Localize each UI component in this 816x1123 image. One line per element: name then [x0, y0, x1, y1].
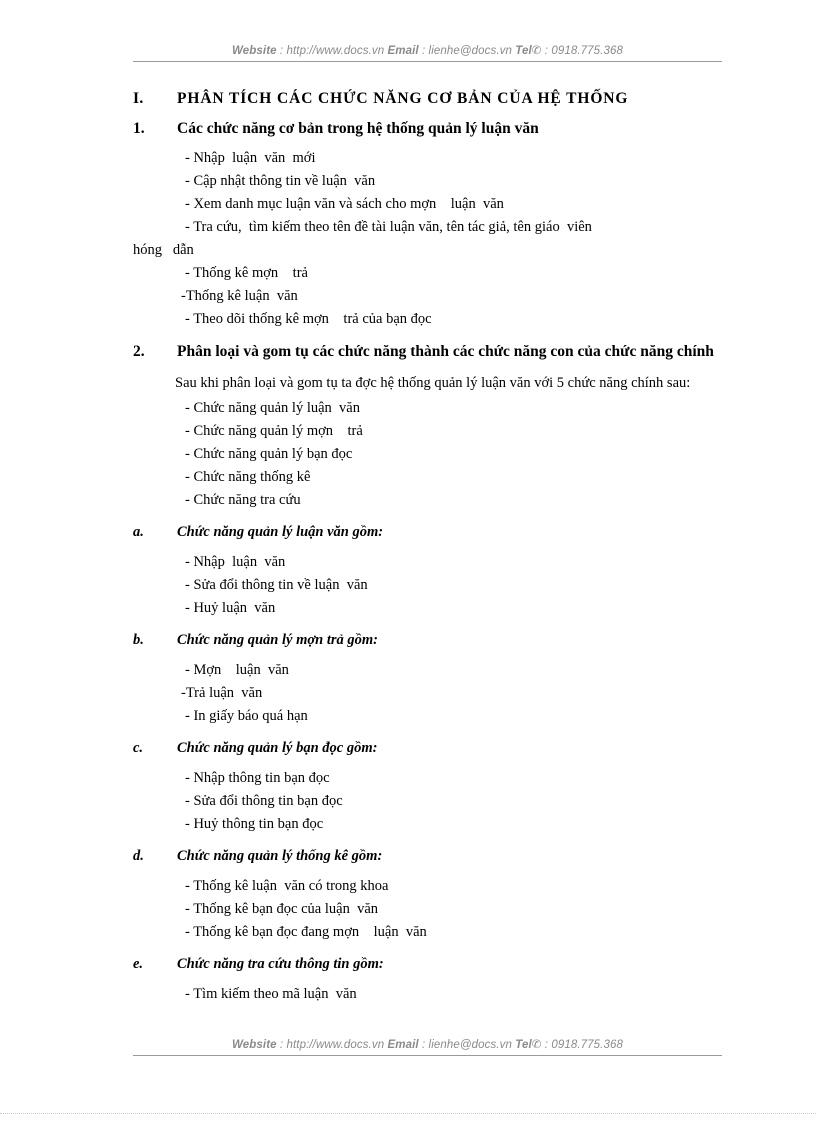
header-website-value: : http://www.docs.vn — [276, 45, 388, 57]
heading-roman-1-title: PHÂN TÍCH CÁC CHỨC NĂNG CƠ BẢN CỦA HỆ TH… — [177, 90, 629, 107]
heading-alpha-c: c. Chức năng quản lý bạn đọc gồm: — [0, 736, 816, 761]
heading-roman-1: I. PHÂN TÍCH CÁC CHỨC NĂNG CƠ BẢN CỦA HỆ… — [0, 86, 816, 112]
footer-website-label: Website — [232, 1039, 277, 1051]
footer-rule — [133, 1055, 722, 1056]
list-item: - Thống kê mợn trả — [185, 265, 308, 281]
telephone-icon: ✆ — [531, 1039, 542, 1051]
document-page: Website : http://www.docs.vn Email : lie… — [0, 0, 816, 1123]
list-item: - Nhập thông tin bạn đọc — [185, 770, 330, 786]
heading-alpha-e: e. Chức năng tra cứu thông tin gồm: — [0, 952, 816, 977]
heading-num-1-title: Các chức năng cơ bản trong hệ thống quản… — [177, 120, 539, 137]
list-item: - In giấy báo quá hạn — [185, 708, 308, 724]
list-item-continuation: hóng dẫn — [133, 242, 194, 258]
list-item: - Huỷ luận văn — [185, 600, 276, 616]
list-item: - Huỷ thông tin bạn đọc — [185, 816, 324, 832]
footer-email-value: : lienhe@docs.vn — [418, 1039, 516, 1051]
list-item: - Sửa đổi thông tin về luận văn — [185, 577, 368, 593]
heading-alpha-a-marker: a. — [133, 524, 144, 540]
heading-alpha-d-title: Chức năng quản lý thống kê gồm: — [177, 848, 383, 864]
footer-email-label: Email — [387, 1039, 419, 1051]
page-header: Website : http://www.docs.vn Email : lie… — [133, 44, 722, 62]
list-item: - Tìm kiếm theo mã luận văn — [185, 986, 357, 1002]
telephone-icon: ✆ — [531, 45, 542, 57]
page-bottom-divider — [0, 1113, 816, 1114]
list-item: - Sửa đổi thông tin bạn đọc — [185, 793, 343, 809]
document-body: I. PHÂN TÍCH CÁC CHỨC NĂNG CƠ BẢN CỦA HỆ… — [0, 86, 816, 1006]
heading-num-2-title: Phân loại và gom tụ các chức năng thành … — [177, 343, 714, 360]
header-email-value: : lienhe@docs.vn — [418, 45, 516, 57]
heading-num-2: 2. Phân loại và gom tụ các chức năng thà… — [0, 339, 816, 364]
footer-tel-value: : 0918.775.368 — [541, 1039, 623, 1051]
list-item: - Nhập luận văn mới — [185, 150, 316, 166]
heading-alpha-d-marker: d. — [133, 848, 144, 864]
list-item: - Thống kê luận văn có trong khoa — [185, 878, 389, 894]
heading-alpha-a: a. Chức năng quản lý luận văn gồm: — [0, 520, 816, 545]
heading-roman-1-marker: I. — [133, 90, 144, 107]
list-item: - Tra cứu, tìm kiếm theo tên đề tài luận… — [185, 219, 592, 235]
heading-alpha-b: b. Chức năng quản lý mợn trả gồm: — [0, 628, 816, 653]
heading-alpha-a-title: Chức năng quản lý luận văn gồm: — [177, 524, 384, 540]
header-contact-line: Website : http://www.docs.vn Email : lie… — [133, 44, 722, 58]
heading-alpha-c-marker: c. — [133, 740, 144, 756]
heading-num-1: 1. Các chức năng cơ bản trong hệ thống q… — [0, 116, 816, 141]
header-rule — [133, 61, 722, 62]
list-item: -Thống kê luận văn — [181, 288, 298, 304]
heading-num-2-marker: 2. — [133, 343, 145, 360]
list-item: - Theo dõi thống kê mợn trả của bạn đọc — [185, 311, 432, 327]
list-item: - Chức năng thống kê — [185, 469, 311, 485]
list-item: - Xem danh mục luận văn và sách cho mợn … — [185, 196, 504, 212]
list-item: - Chức năng quản lý luận văn — [185, 400, 360, 416]
page-footer: Website : http://www.docs.vn Email : lie… — [133, 1038, 722, 1056]
list-item: - Chức năng quản lý mợn trả — [185, 423, 363, 439]
list-item: - Thống kê bạn đọc của luận văn — [185, 901, 379, 917]
heading-alpha-b-title: Chức năng quản lý mợn trả gồm: — [177, 632, 378, 648]
heading-alpha-b-marker: b. — [133, 632, 144, 648]
footer-website-value: : http://www.docs.vn — [276, 1039, 388, 1051]
footer-tel-label: Tel — [515, 1039, 532, 1051]
header-tel-label: Tel — [515, 45, 532, 57]
header-website-label: Website — [232, 45, 277, 57]
list-item: - Nhập luận văn — [185, 554, 286, 570]
list-item: - Chức năng tra cứu — [185, 492, 301, 508]
heading-alpha-c-title: Chức năng quản lý bạn đọc gồm: — [177, 740, 378, 756]
paragraph-classification: Sau khi phân loại và gom tụ ta đợc hệ th… — [175, 375, 691, 391]
list-item: - Chức năng quản lý bạn đọc — [185, 446, 353, 462]
list-item: - Thống kê bạn đọc đang mợn luận văn — [185, 924, 427, 940]
list-item: - Mợn luận văn — [185, 662, 289, 678]
header-email-label: Email — [387, 45, 419, 57]
list-item: - Cập nhật thông tin về luận văn — [185, 173, 376, 189]
heading-alpha-e-title: Chức năng tra cứu thông tin gồm: — [177, 956, 384, 972]
footer-contact-line: Website : http://www.docs.vn Email : lie… — [133, 1038, 722, 1052]
heading-num-1-marker: 1. — [133, 120, 145, 137]
heading-alpha-e-marker: e. — [133, 956, 144, 972]
header-tel-value: : 0918.775.368 — [541, 45, 623, 57]
heading-alpha-d: d. Chức năng quản lý thống kê gồm: — [0, 844, 816, 869]
list-item: -Trả luận văn — [181, 685, 263, 701]
